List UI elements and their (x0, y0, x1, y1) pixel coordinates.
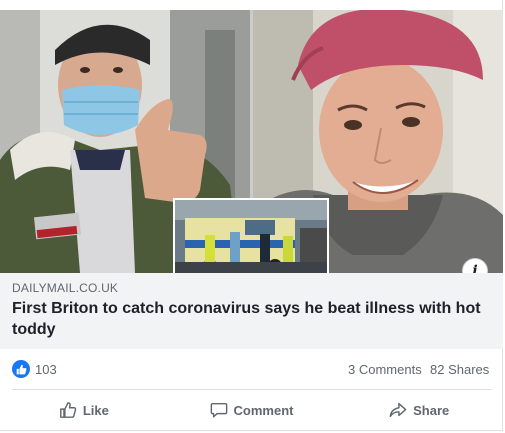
photo-ambulance-inset (173, 198, 329, 273)
comment-button[interactable]: Comment (168, 390, 336, 430)
post-card: i DAILYMAIL.CO.UK First Briton to catch … (0, 0, 503, 431)
share-button[interactable]: Share (335, 390, 503, 430)
thumbs-up-icon (59, 401, 77, 419)
share-button-label: Share (413, 402, 450, 418)
comments-count[interactable]: 3 Comments (348, 362, 422, 377)
comment-icon (210, 401, 228, 419)
comment-button-label: Comment (233, 402, 294, 418)
like-button-label: Like (82, 402, 109, 418)
action-bar: Like Comment Share (0, 390, 503, 430)
link-preview-image[interactable] (0, 10, 503, 273)
like-button[interactable]: Like (0, 390, 168, 430)
engagement-stats: 103 3 Comments 82 Shares (0, 349, 503, 389)
link-headline[interactable]: First Briton to catch coronavirus says h… (12, 298, 490, 340)
like-reaction-icon[interactable] (12, 360, 30, 378)
shares-count[interactable]: 82 Shares (430, 362, 489, 377)
share-arrow-icon (389, 401, 407, 419)
like-count[interactable]: 103 (35, 362, 57, 377)
link-domain: DAILYMAIL.CO.UK (12, 281, 119, 295)
link-preview[interactable]: DAILYMAIL.CO.UK First Briton to catch co… (0, 273, 503, 349)
